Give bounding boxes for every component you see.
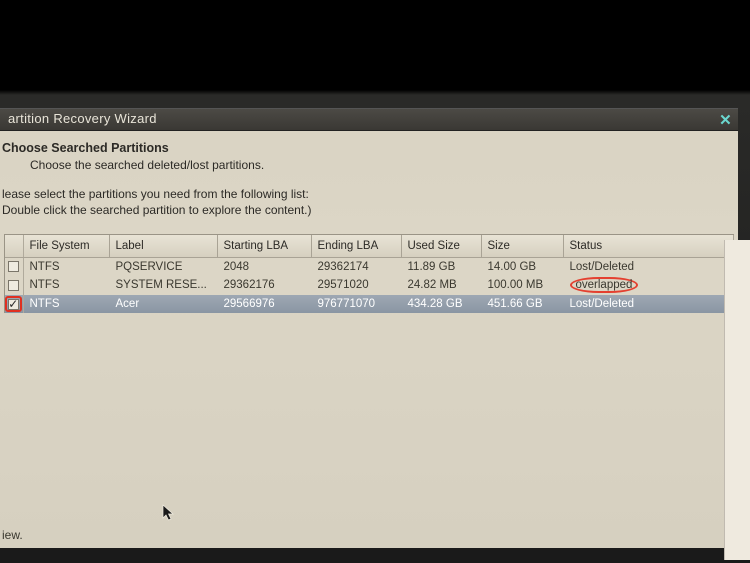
row-checkbox[interactable]: [8, 280, 19, 291]
table-row[interactable]: NTFSSYSTEM RESE...293621762957102024.82 …: [5, 275, 734, 295]
col-filesystem[interactable]: File System: [23, 235, 109, 257]
cell-status: Lost/Deleted: [563, 295, 734, 313]
cell-status: Lost/Deleted: [563, 257, 734, 275]
window-title: artition Recovery Wizard: [8, 111, 157, 126]
col-used-size[interactable]: Used Size: [401, 235, 481, 257]
instruction-line: Double click the searched partition to e…: [2, 202, 736, 218]
row-checkbox-cell[interactable]: [5, 257, 23, 275]
cell-used-size: 434.28 GB: [401, 295, 481, 313]
instructions: lease select the partitions you need fro…: [0, 186, 738, 232]
col-starting-lba[interactable]: Starting LBA: [217, 235, 311, 257]
row-checkbox[interactable]: [8, 299, 19, 310]
cell-starting-lba: 2048: [217, 257, 311, 275]
partition-table-body: NTFSPQSERVICE20482936217411.89 GB14.00 G…: [5, 257, 734, 313]
row-checkbox-cell[interactable]: [5, 275, 23, 295]
cell-ending-lba: 29362174: [311, 257, 401, 275]
wizard-header: Choose Searched Partitions Choose the se…: [0, 131, 738, 186]
cell-label: Acer: [109, 295, 217, 313]
page-subtitle: Choose the searched deleted/lost partiti…: [30, 158, 736, 172]
right-panel-fragment: [724, 240, 750, 560]
cell-filesystem: NTFS: [23, 257, 109, 275]
cell-filesystem: NTFS: [23, 275, 109, 295]
col-label[interactable]: Label: [109, 235, 217, 257]
row-checkbox-cell[interactable]: [5, 295, 23, 313]
titlebar[interactable]: artition Recovery Wizard ✕: [0, 109, 738, 131]
col-size[interactable]: Size: [481, 235, 563, 257]
cell-filesystem: NTFS: [23, 295, 109, 313]
cell-ending-lba: 29571020: [311, 275, 401, 295]
cell-starting-lba: 29566976: [217, 295, 311, 313]
cell-used-size: 11.89 GB: [401, 257, 481, 275]
cell-ending-lba: 976771070: [311, 295, 401, 313]
cell-used-size: 24.82 MB: [401, 275, 481, 295]
cell-status: overlapped: [563, 275, 734, 295]
status-badge: overlapped: [570, 277, 639, 293]
close-icon[interactable]: ✕: [719, 111, 732, 129]
table-header-row: File System Label Starting LBA Ending LB…: [5, 235, 734, 257]
col-ending-lba[interactable]: Ending LBA: [311, 235, 401, 257]
cell-label: SYSTEM RESE...: [109, 275, 217, 295]
cell-label: PQSERVICE: [109, 257, 217, 275]
cell-size: 14.00 GB: [481, 257, 563, 275]
col-status[interactable]: Status: [563, 235, 734, 257]
table-row[interactable]: NTFSPQSERVICE20482936217411.89 GB14.00 G…: [5, 257, 734, 275]
instruction-line: lease select the partitions you need fro…: [2, 186, 736, 202]
page-title: Choose Searched Partitions: [2, 141, 736, 155]
cell-size: 100.00 MB: [481, 275, 563, 295]
col-checkbox: [5, 235, 23, 257]
cursor-icon: [162, 504, 176, 527]
cell-size: 451.66 GB: [481, 295, 563, 313]
cell-starting-lba: 29362176: [217, 275, 311, 295]
wizard-window: artition Recovery Wizard ✕ Choose Search…: [0, 108, 738, 548]
table-row[interactable]: NTFSAcer29566976976771070434.28 GB451.66…: [5, 295, 734, 313]
partition-table-wrap: File System Label Starting LBA Ending LB…: [4, 234, 734, 313]
row-checkbox[interactable]: [8, 261, 19, 272]
footer-text: iew.: [2, 528, 23, 542]
partition-table[interactable]: File System Label Starting LBA Ending LB…: [5, 235, 734, 313]
